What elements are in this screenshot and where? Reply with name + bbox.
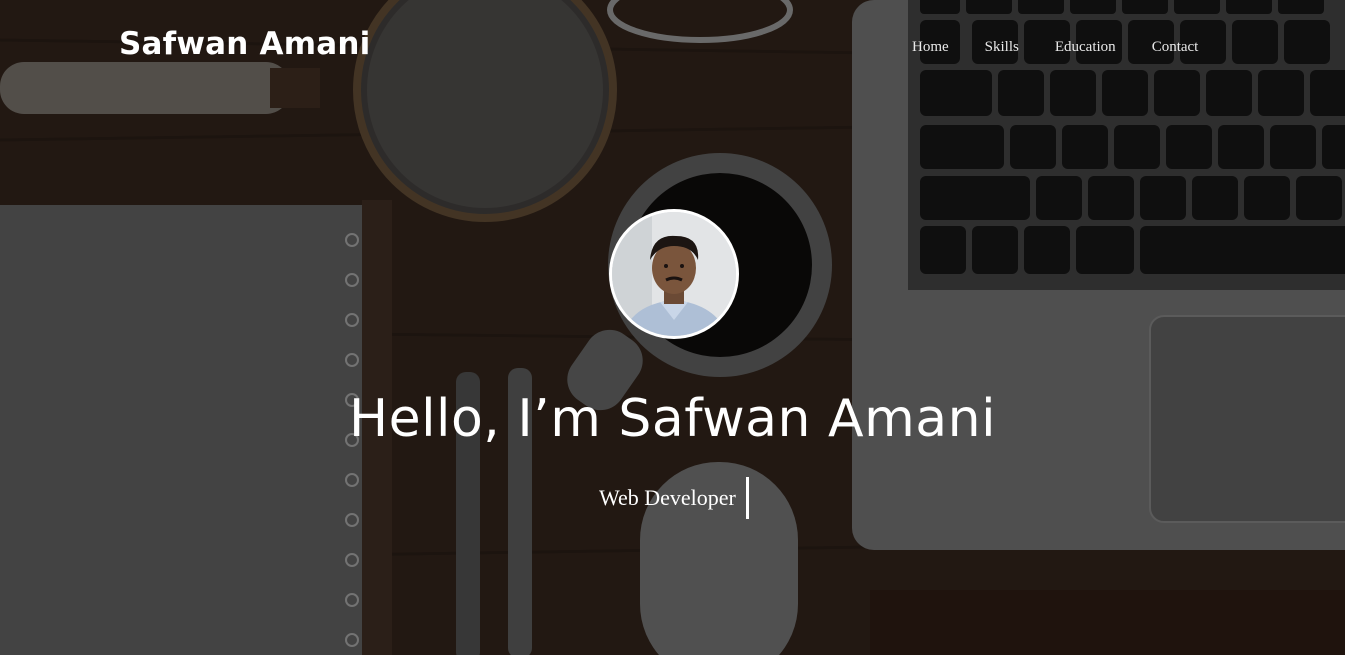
role-text: Web Developer [599, 485, 736, 510]
nav-link-skills[interactable]: Skills [985, 39, 1019, 56]
hero-heading: Hello, I’m Safwan Amani [348, 389, 997, 449]
brand-logo-text[interactable]: Safwan Amani [119, 26, 370, 62]
nav-link-contact[interactable]: Contact [1152, 39, 1199, 56]
nav-link-home[interactable]: Home [912, 39, 949, 56]
profile-photo-icon [612, 212, 736, 336]
typed-role: Web Developer [599, 477, 749, 519]
typing-cursor [745, 477, 749, 519]
avatar [609, 209, 739, 339]
hero-section: Safwan Amani Home Skills Education Conta… [0, 0, 1345, 655]
nav-link-education[interactable]: Education [1055, 39, 1116, 56]
main-nav: Home Skills Education Contact [912, 39, 1198, 56]
